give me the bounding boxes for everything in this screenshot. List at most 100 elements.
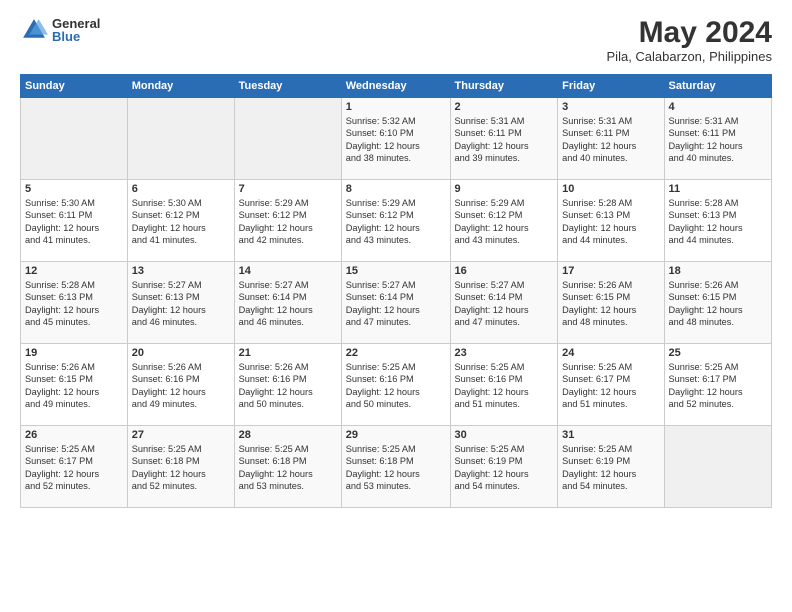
day-number: 12 xyxy=(25,265,123,277)
day-number: 20 xyxy=(132,347,230,359)
day-info: Sunrise: 5:31 AM Sunset: 6:11 PM Dayligh… xyxy=(669,115,768,165)
day-number: 18 xyxy=(669,265,768,277)
day-number: 3 xyxy=(562,101,659,113)
day-number: 22 xyxy=(346,347,446,359)
day-info: Sunrise: 5:25 AM Sunset: 6:19 PM Dayligh… xyxy=(455,443,554,493)
day-info: Sunrise: 5:28 AM Sunset: 6:13 PM Dayligh… xyxy=(669,197,768,247)
table-row xyxy=(127,98,234,180)
day-info: Sunrise: 5:25 AM Sunset: 6:17 PM Dayligh… xyxy=(25,443,123,493)
day-number: 8 xyxy=(346,183,446,195)
day-number: 11 xyxy=(669,183,768,195)
table-row: 5 Sunrise: 5:30 AM Sunset: 6:11 PM Daylig… xyxy=(21,180,128,262)
day-number: 16 xyxy=(455,265,554,277)
table-row: 6 Sunrise: 5:30 AM Sunset: 6:12 PM Daylig… xyxy=(127,180,234,262)
table-row: 11 Sunrise: 5:28 AM Sunset: 6:13 PM Dayli… xyxy=(664,180,772,262)
col-saturday: Saturday xyxy=(664,75,772,98)
table-row xyxy=(21,98,128,180)
day-info: Sunrise: 5:26 AM Sunset: 6:15 PM Dayligh… xyxy=(25,361,123,411)
table-row: 8 Sunrise: 5:29 AM Sunset: 6:12 PM Daylig… xyxy=(341,180,450,262)
day-number: 2 xyxy=(455,101,554,113)
col-sunday: Sunday xyxy=(21,75,128,98)
day-number: 4 xyxy=(669,101,768,113)
day-number: 10 xyxy=(562,183,659,195)
day-info: Sunrise: 5:25 AM Sunset: 6:18 PM Dayligh… xyxy=(346,443,446,493)
day-number: 30 xyxy=(455,429,554,441)
day-number: 5 xyxy=(25,183,123,195)
table-row: 31 Sunrise: 5:25 AM Sunset: 6:19 PM Dayli… xyxy=(558,426,664,508)
day-number: 6 xyxy=(132,183,230,195)
table-row: 29 Sunrise: 5:25 AM Sunset: 6:18 PM Dayli… xyxy=(341,426,450,508)
day-info: Sunrise: 5:30 AM Sunset: 6:11 PM Dayligh… xyxy=(25,197,123,247)
day-info: Sunrise: 5:26 AM Sunset: 6:16 PM Dayligh… xyxy=(132,361,230,411)
day-number: 21 xyxy=(239,347,337,359)
table-row: 7 Sunrise: 5:29 AM Sunset: 6:12 PM Daylig… xyxy=(234,180,341,262)
day-number: 14 xyxy=(239,265,337,277)
day-number: 29 xyxy=(346,429,446,441)
day-info: Sunrise: 5:28 AM Sunset: 6:13 PM Dayligh… xyxy=(25,279,123,329)
day-info: Sunrise: 5:26 AM Sunset: 6:15 PM Dayligh… xyxy=(562,279,659,329)
day-info: Sunrise: 5:29 AM Sunset: 6:12 PM Dayligh… xyxy=(346,197,446,247)
table-row: 13Sunrise: 5:27 AM Sunset: 6:13 PM Dayli… xyxy=(127,262,234,344)
table-row: 26 Sunrise: 5:25 AM Sunset: 6:17 PM Dayli… xyxy=(21,426,128,508)
table-row: 14Sunrise: 5:27 AM Sunset: 6:14 PM Dayli… xyxy=(234,262,341,344)
table-row: 20 Sunrise: 5:26 AM Sunset: 6:16 PM Dayli… xyxy=(127,344,234,426)
day-number: 26 xyxy=(25,429,123,441)
day-number: 17 xyxy=(562,265,659,277)
day-number: 1 xyxy=(346,101,446,113)
day-number: 7 xyxy=(239,183,337,195)
table-row: 1 Sunrise: 5:32 AM Sunset: 6:10 PM Daylig… xyxy=(341,98,450,180)
day-info: Sunrise: 5:32 AM Sunset: 6:10 PM Dayligh… xyxy=(346,115,446,165)
day-info: Sunrise: 5:26 AM Sunset: 6:16 PM Dayligh… xyxy=(239,361,337,411)
table-row xyxy=(664,426,772,508)
table-row: 10 Sunrise: 5:28 AM Sunset: 6:13 PM Dayli… xyxy=(558,180,664,262)
table-row: 30 Sunrise: 5:25 AM Sunset: 6:19 PM Dayli… xyxy=(450,426,558,508)
subtitle: Pila, Calabarzon, Philippines xyxy=(607,49,772,64)
day-info: Sunrise: 5:26 AM Sunset: 6:15 PM Dayligh… xyxy=(669,279,768,329)
day-info: Sunrise: 5:25 AM Sunset: 6:19 PM Dayligh… xyxy=(562,443,659,493)
day-number: 31 xyxy=(562,429,659,441)
col-friday: Friday xyxy=(558,75,664,98)
table-row: 12 Sunrise: 5:28 AM Sunset: 6:13 PM Dayli… xyxy=(21,262,128,344)
table-row: 28 Sunrise: 5:25 AM Sunset: 6:18 PM Dayli… xyxy=(234,426,341,508)
day-info: Sunrise: 5:29 AM Sunset: 6:12 PM Dayligh… xyxy=(239,197,337,247)
table-row: 27 Sunrise: 5:25 AM Sunset: 6:18 PM Dayli… xyxy=(127,426,234,508)
table-row: 23Sunrise: 5:25 AM Sunset: 6:16 PM Dayli… xyxy=(450,344,558,426)
day-info: Sunrise: 5:31 AM Sunset: 6:11 PM Dayligh… xyxy=(562,115,659,165)
table-row: 3 Sunrise: 5:31 AM Sunset: 6:11 PM Daylig… xyxy=(558,98,664,180)
day-info: Sunrise: 5:25 AM Sunset: 6:18 PM Dayligh… xyxy=(132,443,230,493)
col-monday: Monday xyxy=(127,75,234,98)
title-section: May 2024 Pila, Calabarzon, Philippines xyxy=(607,16,772,64)
day-info: Sunrise: 5:27 AM Sunset: 6:14 PM Dayligh… xyxy=(346,279,446,329)
table-row: 19 Sunrise: 5:26 AM Sunset: 6:15 PM Dayli… xyxy=(21,344,128,426)
logo-text: General Blue xyxy=(52,17,100,43)
table-row: 22Sunrise: 5:25 AM Sunset: 6:16 PM Dayli… xyxy=(341,344,450,426)
page: General Blue May 2024 Pila, Calabarzon, … xyxy=(0,0,792,612)
table-row xyxy=(234,98,341,180)
col-tuesday: Tuesday xyxy=(234,75,341,98)
day-number: 9 xyxy=(455,183,554,195)
day-info: Sunrise: 5:25 AM Sunset: 6:17 PM Dayligh… xyxy=(562,361,659,411)
main-title: May 2024 xyxy=(607,16,772,49)
day-info: Sunrise: 5:25 AM Sunset: 6:17 PM Dayligh… xyxy=(669,361,768,411)
table-row: 9 Sunrise: 5:29 AM Sunset: 6:12 PM Daylig… xyxy=(450,180,558,262)
day-info: Sunrise: 5:28 AM Sunset: 6:13 PM Dayligh… xyxy=(562,197,659,247)
table-row: 24 Sunrise: 5:25 AM Sunset: 6:17 PM Dayli… xyxy=(558,344,664,426)
day-number: 27 xyxy=(132,429,230,441)
header: General Blue May 2024 Pila, Calabarzon, … xyxy=(20,16,772,64)
table-row: 2 Sunrise: 5:31 AM Sunset: 6:11 PM Daylig… xyxy=(450,98,558,180)
day-info: Sunrise: 5:30 AM Sunset: 6:12 PM Dayligh… xyxy=(132,197,230,247)
day-number: 28 xyxy=(239,429,337,441)
day-info: Sunrise: 5:27 AM Sunset: 6:13 PM Dayligh… xyxy=(132,279,230,329)
day-info: Sunrise: 5:25 AM Sunset: 6:18 PM Dayligh… xyxy=(239,443,337,493)
table-row: 25Sunrise: 5:25 AM Sunset: 6:17 PM Dayli… xyxy=(664,344,772,426)
day-number: 24 xyxy=(562,347,659,359)
logo-icon xyxy=(20,16,48,44)
day-info: Sunrise: 5:31 AM Sunset: 6:11 PM Dayligh… xyxy=(455,115,554,165)
table-row: 21 Sunrise: 5:26 AM Sunset: 6:16 PM Dayli… xyxy=(234,344,341,426)
day-info: Sunrise: 5:27 AM Sunset: 6:14 PM Dayligh… xyxy=(455,279,554,329)
day-info: Sunrise: 5:29 AM Sunset: 6:12 PM Dayligh… xyxy=(455,197,554,247)
day-number: 15 xyxy=(346,265,446,277)
calendar-table: Sunday Monday Tuesday Wednesday Thursday… xyxy=(20,74,772,508)
day-number: 19 xyxy=(25,347,123,359)
logo: General Blue xyxy=(20,16,100,44)
